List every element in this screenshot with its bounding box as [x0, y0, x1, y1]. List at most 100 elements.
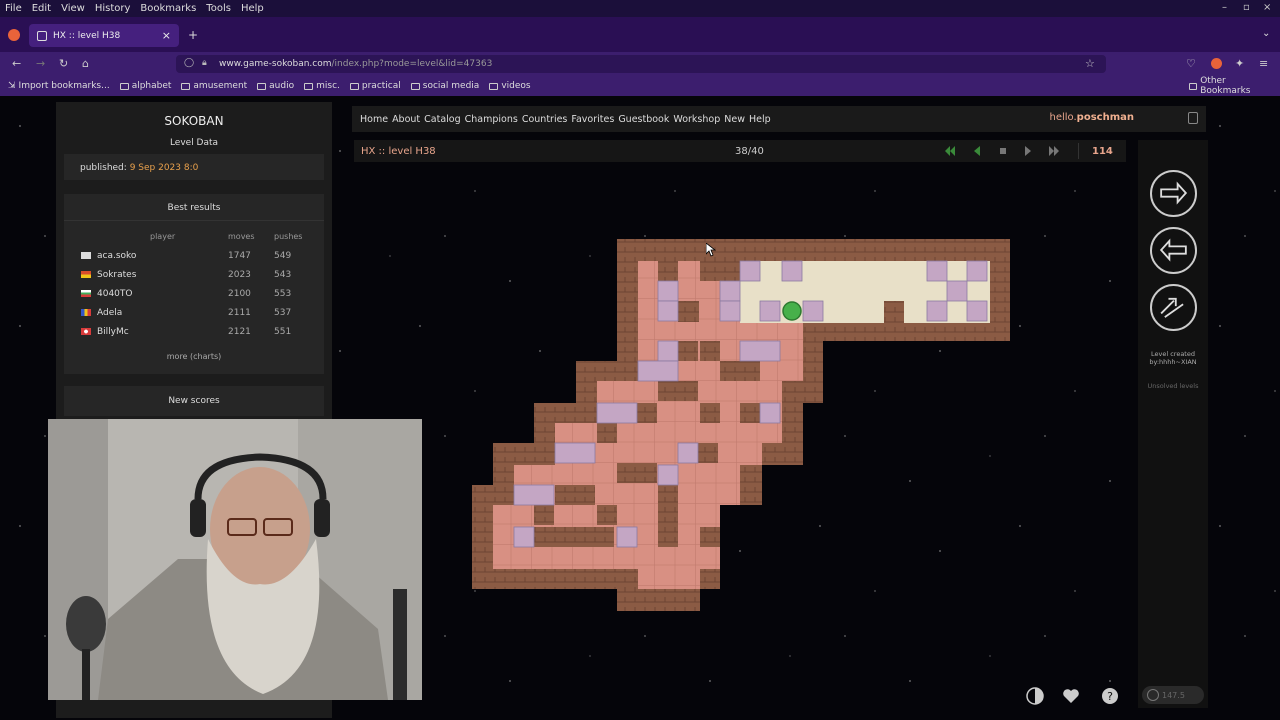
menu-file[interactable]: File	[0, 3, 27, 14]
svg-text:?: ?	[1107, 690, 1113, 703]
forward-icon[interactable]: →	[36, 57, 45, 70]
timer-value: 147.5	[1162, 690, 1185, 700]
next-level-icon[interactable]	[1022, 145, 1034, 157]
extensions-puzzle-icon[interactable]: ✦	[1235, 57, 1244, 70]
shield-icon[interactable]: ◯	[184, 58, 194, 68]
col-pushes: pushes	[274, 232, 303, 241]
nav-workshop[interactable]: Workshop	[673, 114, 720, 125]
tab-title: HX :: level H38	[53, 30, 121, 41]
lock-icon[interactable]: 🔒︎	[202, 58, 207, 68]
user-menu-icon[interactable]	[1188, 112, 1198, 124]
new-scores-box: New scores	[64, 386, 324, 416]
bookmark-label: misc.	[316, 81, 340, 91]
new-tab-icon[interactable]: +	[188, 28, 198, 42]
tab-close-icon[interactable]: ×	[162, 29, 171, 42]
bookmark-practical[interactable]: practical	[349, 81, 401, 91]
bookmark-label: social media	[422, 81, 480, 91]
bookmark-other[interactable]: Other Bookmarks	[1189, 76, 1270, 96]
prev-level-icon[interactable]	[971, 145, 983, 157]
sokoban-board[interactable]	[470, 237, 1010, 611]
url-text: www.game-sokoban.com/index.php?mode=leve…	[219, 59, 492, 69]
tab-list-icon[interactable]: ⌄	[1262, 28, 1270, 39]
minimize-icon[interactable]: –	[1222, 2, 1227, 13]
folder-icon	[349, 82, 359, 90]
arrow-left-icon[interactable]	[1150, 227, 1197, 274]
level-created-by: Level created by:hhhh~XIAN	[1149, 350, 1197, 367]
nav-countries[interactable]: Countries	[522, 114, 568, 125]
replay-arrows-icon[interactable]	[1150, 284, 1197, 331]
tab-active[interactable]: HX :: level H38 ×	[29, 24, 179, 47]
menu-view[interactable]: View	[56, 3, 90, 14]
divider	[1078, 143, 1079, 159]
clock-icon	[1147, 689, 1159, 701]
level-name: HX :: level H38	[361, 145, 436, 157]
arrow-right-icon[interactable]	[1150, 170, 1197, 217]
table-row[interactable]: Sokrates 2023 543	[64, 265, 324, 284]
best-results-title: Best results	[167, 203, 221, 213]
maximize-icon[interactable]: ▫	[1243, 2, 1250, 13]
menu-history[interactable]: History	[90, 3, 136, 14]
folder-icon	[489, 82, 499, 90]
player-name[interactable]: BillyMc	[97, 327, 129, 337]
more-link[interactable]: more	[167, 352, 188, 361]
stop-icon[interactable]	[997, 145, 1009, 157]
bookmark-amusement[interactable]: amusement	[181, 81, 247, 91]
heart-icon[interactable]	[1062, 687, 1080, 705]
unsolved-levels[interactable]: Unsolved levels	[1142, 382, 1204, 390]
nav-champions[interactable]: Champions	[465, 114, 518, 125]
bookmark-label: videos	[501, 81, 531, 91]
nav-about[interactable]: About	[392, 114, 420, 125]
table-row[interactable]: 4040TO 2100 553	[64, 284, 324, 303]
nav-home[interactable]: Home	[360, 114, 388, 125]
flag-icon	[81, 309, 91, 316]
bookmark-import[interactable]: ⇲ Import bookmarks...	[8, 81, 110, 91]
table-row[interactable]: Adela 2111 537	[64, 303, 324, 322]
nav-favorites[interactable]: Favorites	[571, 114, 614, 125]
bookmark-alphabet[interactable]: alphabet	[119, 81, 172, 91]
menu-tools[interactable]: Tools	[201, 3, 236, 14]
url-bar[interactable]: ◯ 🔒︎ www.game-sokoban.com/index.php?mode…	[176, 55, 1106, 73]
bookmark-label: audio	[269, 81, 295, 91]
player-name[interactable]: 4040TO	[97, 289, 133, 299]
nav-new[interactable]: New	[724, 114, 745, 125]
level-data-heading: Level Data	[169, 138, 219, 148]
menu-help[interactable]: Help	[236, 3, 269, 14]
player-name[interactable]: Adela	[97, 308, 122, 318]
moves-value: 2100	[228, 288, 251, 299]
back-icon[interactable]: ←	[12, 57, 21, 70]
menu-edit[interactable]: Edit	[27, 3, 56, 14]
bookmark-label: alphabet	[131, 81, 172, 91]
first-level-icon[interactable]	[944, 145, 956, 157]
menu-bookmarks[interactable]: Bookmarks	[135, 3, 201, 14]
pushes-value: 549	[274, 250, 292, 261]
page-favicon-icon	[37, 30, 47, 41]
level-position: 38/40	[735, 145, 764, 157]
bookmark-misc[interactable]: misc.	[304, 81, 340, 91]
bookmark-star-icon[interactable]: ☆	[1085, 57, 1095, 70]
table-row[interactable]: BillyMc 2121 551	[64, 322, 324, 341]
charts-link[interactable]: (charts)	[190, 352, 221, 361]
nav-guestbook[interactable]: Guestbook	[618, 114, 669, 125]
nav-catalog[interactable]: Catalog	[424, 114, 460, 125]
nav-help[interactable]: Help	[749, 114, 771, 125]
bookmark-videos[interactable]: videos	[489, 81, 531, 91]
table-row[interactable]: aca.soko 1747 549	[64, 246, 324, 265]
question-icon[interactable]: ?	[1101, 687, 1119, 705]
extension-icon[interactable]	[1211, 58, 1222, 69]
url-domain: www.game-sokoban.com	[219, 59, 332, 69]
hello-prefix: hello.	[1049, 112, 1077, 123]
hamburger-menu-icon[interactable]: ≡	[1259, 57, 1268, 70]
pocket-icon[interactable]: ♡	[1186, 57, 1196, 70]
player-name[interactable]: aca.soko	[97, 251, 136, 261]
moves-value: 1747	[228, 250, 251, 261]
last-level-icon[interactable]	[1048, 145, 1060, 157]
close-window-icon[interactable]: ×	[1263, 2, 1271, 13]
player-name[interactable]: Sokrates	[97, 270, 136, 280]
bookmark-audio[interactable]: audio	[257, 81, 294, 91]
contrast-icon[interactable]	[1026, 687, 1044, 705]
reload-icon[interactable]: ↻	[59, 57, 68, 70]
home-icon[interactable]: ⌂	[82, 57, 89, 70]
bookmark-social-media[interactable]: social media	[410, 81, 480, 91]
user-greeting[interactable]: hello.poschman	[1050, 112, 1135, 123]
firefox-icon[interactable]	[8, 29, 20, 41]
